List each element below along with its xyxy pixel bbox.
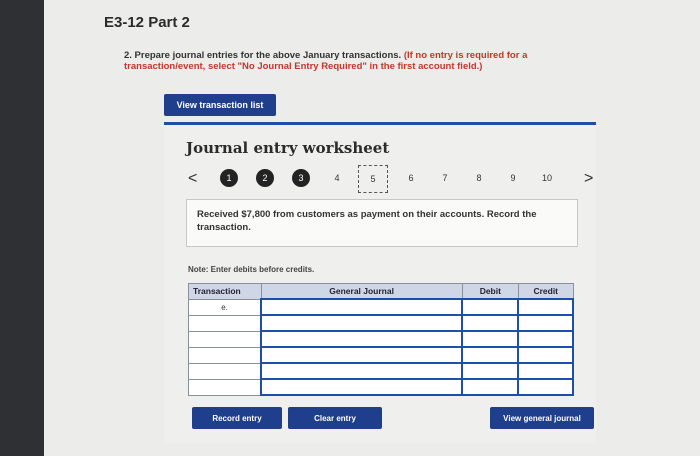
table-row [188, 330, 574, 348]
debit-field[interactable] [461, 362, 520, 380]
debit-field[interactable] [461, 330, 520, 348]
previous-arrow-icon[interactable]: < [188, 170, 197, 188]
account-field[interactable] [260, 314, 464, 332]
step-9[interactable]: 9 [504, 169, 522, 187]
step-7[interactable]: 7 [436, 169, 454, 187]
table-row [188, 346, 574, 364]
transaction-cell [188, 330, 262, 348]
instructions: 2. Prepare journal entries for the above… [124, 50, 604, 72]
step-8[interactable]: 8 [470, 169, 488, 187]
transaction-prompt: Received $7,800 from customers as paymen… [186, 199, 578, 247]
account-field[interactable] [260, 378, 464, 396]
journal-entry-table: Transaction General Journal Debit Credit… [188, 283, 574, 396]
table-row [188, 314, 574, 332]
page-content: E3-12 Part 2 2. Prepare journal entries … [44, 0, 700, 456]
table-header-row: Transaction General Journal Debit Credit [188, 283, 574, 300]
next-arrow-icon[interactable]: > [584, 170, 593, 188]
worksheet-title: Journal entry worksheet [186, 139, 390, 157]
credit-field[interactable] [517, 298, 574, 316]
transaction-label: e. [188, 298, 262, 316]
step-4[interactable]: 4 [328, 169, 346, 187]
view-general-journal-button[interactable]: View general journal [490, 407, 594, 429]
account-field[interactable] [260, 362, 464, 380]
step-3[interactable]: 3 [292, 169, 310, 187]
header-credit: Credit [517, 283, 574, 300]
step-1[interactable]: 1 [220, 169, 238, 187]
debits-note: Note: Enter debits before credits. [188, 265, 315, 274]
transaction-cell [188, 362, 262, 380]
debit-field[interactable] [461, 314, 520, 332]
debit-field[interactable] [461, 378, 520, 396]
debit-field[interactable] [461, 346, 520, 364]
table-row [188, 378, 574, 396]
debit-field[interactable] [461, 298, 520, 316]
table-row [188, 362, 574, 380]
monitor-bezel [0, 0, 44, 456]
account-field[interactable] [260, 330, 464, 348]
transaction-cell [188, 314, 262, 332]
header-debit: Debit [461, 283, 519, 300]
credit-field[interactable] [517, 330, 574, 348]
step-2[interactable]: 2 [256, 169, 274, 187]
step-5-current[interactable]: 5 [358, 165, 388, 193]
credit-field[interactable] [517, 314, 574, 332]
page-title: E3-12 Part 2 [104, 14, 190, 31]
clear-entry-button[interactable]: Clear entry [288, 407, 382, 429]
step-6[interactable]: 6 [402, 169, 420, 187]
account-field[interactable] [260, 298, 464, 316]
transaction-cell [188, 378, 262, 396]
step-10[interactable]: 10 [538, 169, 556, 187]
header-transaction: Transaction [188, 283, 262, 300]
instructions-main: 2. Prepare journal entries for the above… [124, 50, 402, 61]
credit-field[interactable] [517, 346, 574, 364]
table-row: e. [188, 298, 574, 316]
account-field[interactable] [260, 346, 464, 364]
record-entry-button[interactable]: Record entry [192, 407, 282, 429]
view-transaction-list-button[interactable]: View transaction list [164, 94, 276, 116]
transaction-cell [188, 346, 262, 364]
credit-field[interactable] [517, 378, 574, 396]
journal-entry-worksheet: Journal entry worksheet < 1 2 3 4 5 6 7 … [164, 122, 596, 443]
header-general-journal: General Journal [260, 283, 463, 300]
credit-field[interactable] [517, 362, 574, 380]
